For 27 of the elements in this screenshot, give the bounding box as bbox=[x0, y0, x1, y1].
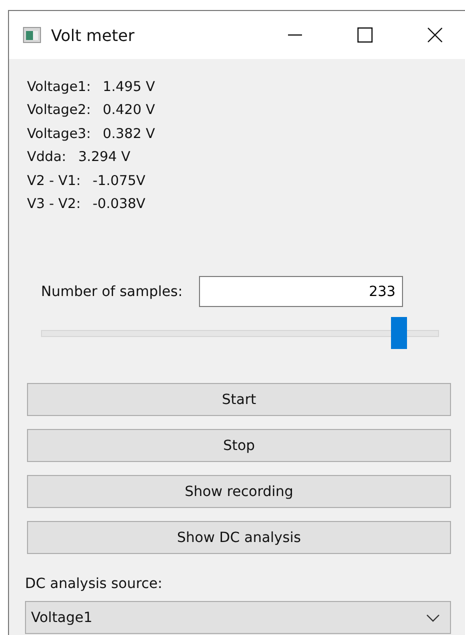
reading-label: Voltage2: bbox=[27, 102, 91, 118]
action-button[interactable]: Start bbox=[27, 383, 451, 416]
action-button[interactable]: Show DC analysis bbox=[27, 521, 451, 554]
reading-label: V2 - V1: bbox=[27, 172, 81, 189]
samples-field[interactable]: 233 bbox=[198, 276, 403, 307]
reading-value: 0.382 V bbox=[102, 126, 155, 142]
chevron-down-icon[interactable] bbox=[426, 614, 440, 622]
action-button[interactable]: Show recording bbox=[27, 475, 451, 508]
reading-value: 1.495 V bbox=[102, 78, 155, 95]
close-icon[interactable] bbox=[427, 27, 443, 43]
window-title: Volt meter bbox=[51, 26, 136, 44]
reading-value: -1.075V bbox=[92, 172, 146, 189]
maximize-icon[interactable] bbox=[357, 27, 373, 43]
app-icon bbox=[23, 27, 41, 43]
reading-value: 0.420 V bbox=[102, 102, 155, 118]
source-dropdown[interactable]: Voltage1 bbox=[25, 601, 451, 634]
action-button[interactable]: Stop bbox=[27, 429, 451, 462]
reading-value: 3.294 V bbox=[78, 149, 130, 166]
source-label: DC analysis source: bbox=[25, 576, 164, 592]
slider-thumb[interactable] bbox=[391, 317, 408, 349]
slider-track[interactable] bbox=[41, 317, 439, 349]
reading-label: V3 - V2: bbox=[27, 196, 81, 212]
reading-value: -0.038V bbox=[92, 196, 146, 212]
samples-label: Number of samples: bbox=[41, 284, 183, 300]
reading-label: Voltage1: bbox=[27, 78, 91, 95]
reading-label: Voltage3: bbox=[27, 126, 91, 142]
reading-label: Vdda: bbox=[27, 149, 66, 166]
